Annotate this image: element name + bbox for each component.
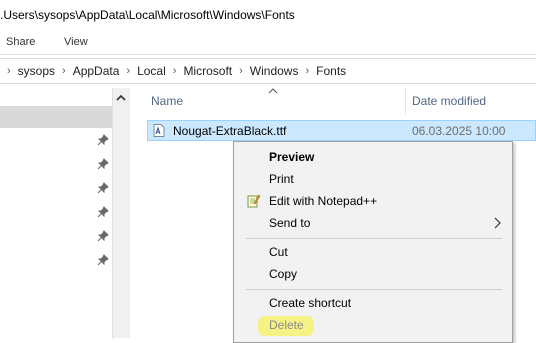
breadcrumb: › sysops › AppData › Local › Microsoft ›… [0,64,346,78]
menu-separator [246,289,502,290]
file-row-selected[interactable]: Nougat-ExtraBlack.ttf 06.03.2025 10:00 [147,120,536,141]
menu-item-preview[interactable]: Preview [234,146,512,168]
menu-item-print[interactable]: Print [234,168,512,190]
notepad-plus-plus-icon [247,194,260,208]
pin-icon[interactable] [97,134,109,146]
context-menu: Preview Print Edit with Notepad++ Send t… [233,141,513,343]
pin-icon[interactable] [97,158,109,170]
chevron-right-icon: › [239,65,243,77]
menu-item-cut[interactable]: Cut [234,241,512,263]
chevron-right-icon: › [172,65,177,77]
window-title-bar: .Users\sysops\AppData\Local\Microsoft\Wi… [0,0,536,30]
menu-item-delete[interactable]: Delete [234,314,512,336]
pin-icon[interactable] [97,182,109,194]
pin-icon[interactable] [97,230,109,242]
column-header-name[interactable]: Name [151,94,183,108]
breadcrumb-fonts[interactable]: Fonts [316,64,346,78]
chevron-right-icon: › [62,65,66,77]
breadcrumb-sysops[interactable]: sysops [18,64,55,78]
tab-view[interactable]: View [64,36,88,48]
font-file-icon [153,124,165,137]
pin-icon[interactable] [97,254,109,266]
menu-item-copy[interactable]: Copy [234,263,512,285]
file-date-modified: 06.03.2025 10:00 [412,124,506,138]
navigation-pane [0,88,112,338]
nav-selected-item[interactable] [0,106,112,128]
breadcrumb-appdata[interactable]: AppData [73,64,120,78]
pin-icon[interactable] [97,206,109,218]
scroll-up-arrow-icon[interactable] [115,92,127,104]
column-header-date-modified[interactable]: Date modified [412,94,486,108]
breadcrumb-local[interactable]: Local [137,64,166,78]
address-bar[interactable]: › sysops › AppData › Local › Microsoft ›… [0,58,536,84]
ribbon-tabs: Share View [0,30,536,55]
menu-item-send-to[interactable]: Send to [234,212,512,234]
nav-scrollbar[interactable] [112,88,130,338]
menu-item-edit-with-notepad[interactable]: Edit with Notepad++ [234,190,512,212]
sort-ascending-icon [268,88,278,94]
submenu-arrow-icon [494,217,501,229]
menu-item-create-shortcut[interactable]: Create shortcut [234,292,512,314]
column-divider[interactable] [405,88,406,114]
file-name: Nougat-ExtraBlack.ttf [173,124,287,138]
breadcrumb-microsoft[interactable]: Microsoft [183,64,232,78]
tab-share[interactable]: Share [6,36,35,48]
chevron-right-icon: › [305,65,310,77]
chevron-right-icon: › [126,65,131,77]
breadcrumb-windows[interactable]: Windows [250,64,299,78]
chevron-right-icon: › [7,65,11,77]
menu-separator [246,238,502,239]
window-path-title: .Users\sysops\AppData\Local\Microsoft\Wi… [0,8,295,22]
